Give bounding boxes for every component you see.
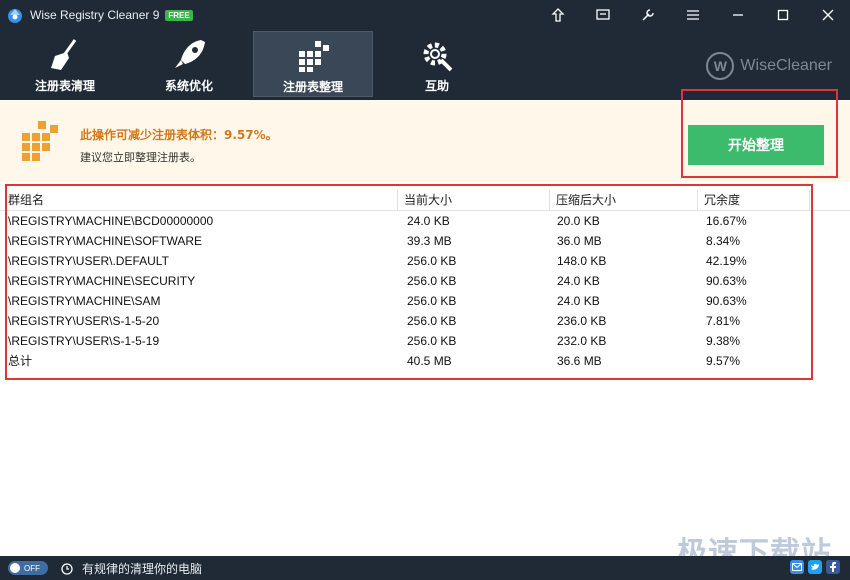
- schedule-toggle[interactable]: OFF: [8, 561, 48, 575]
- table-body: \REGISTRY\MACHINE\BCD00000000 24.0 KB 20.0…: [0, 211, 850, 371]
- cell-group-name: \REGISTRY\MACHINE\BCD00000000: [8, 214, 214, 228]
- cell-redundancy: 42.19%: [706, 254, 747, 268]
- cell-compressed-size: 24.0 KB: [557, 294, 600, 308]
- cell-compressed-size: 36.6 MB: [557, 354, 602, 368]
- cell-redundancy: 8.34%: [706, 234, 741, 248]
- cell-compressed-size: 20.0 KB: [557, 214, 600, 228]
- cell-redundancy: 90.63%: [706, 274, 747, 288]
- tab-system-optimize[interactable]: 系统优化: [129, 31, 249, 97]
- cell-group-name: \REGISTRY\MACHINE\SOFTWARE: [8, 234, 203, 248]
- cell-current-size: 256.0 KB: [407, 254, 457, 268]
- toggle-label: OFF: [24, 563, 40, 573]
- cell-group-name: \REGISTRY\USER\S-1-5-20: [8, 314, 160, 328]
- cell-group-name: \REGISTRY\USER\S-1-5-19: [8, 334, 160, 348]
- cell-group-name: \REGISTRY\MACHINE\SAM: [8, 294, 161, 308]
- cell-group-name: 总计: [8, 354, 33, 368]
- status-bar: OFF 有规律的清理你的电脑: [0, 556, 850, 580]
- table-row[interactable]: \REGISTRY\MACHINE\SECURITY 256.0 KB 24.0 K…: [0, 271, 850, 291]
- cell-compressed-size: 236.0 KB: [557, 314, 607, 328]
- defrag-blocks-icon: [293, 38, 333, 74]
- col-current-size[interactable]: 当前大小: [398, 190, 550, 211]
- cell-current-size: 24.0 KB: [407, 214, 450, 228]
- cell-current-size: 256.0 KB: [407, 294, 457, 308]
- start-defrag-button[interactable]: 开始整理: [688, 125, 824, 165]
- table-row[interactable]: 总计 40.5 MB 36.6 MB 9.57%: [0, 351, 850, 371]
- cell-redundancy: 16.67%: [706, 214, 747, 228]
- col-compressed-size[interactable]: 压缩后大小: [550, 190, 698, 211]
- table-header: 群组名 当前大小 压缩后大小 冗余度: [0, 190, 850, 211]
- cell-compressed-size: 232.0 KB: [557, 334, 607, 348]
- table-row[interactable]: \REGISTRY\MACHINE\BCD00000000 24.0 KB 20.0…: [0, 211, 850, 231]
- table-row[interactable]: \REGISTRY\MACHINE\SOFTWARE 39.3 MB 36.0 MB…: [0, 231, 850, 251]
- col-redundancy[interactable]: 冗余度: [698, 190, 810, 211]
- col-group-name[interactable]: 群组名: [2, 190, 398, 211]
- table-row[interactable]: \REGISTRY\MACHINE\SAM 256.0 KB 24.0 KB 90.6…: [0, 291, 850, 311]
- broom-icon: [45, 37, 85, 73]
- cell-current-size: 256.0 KB: [407, 274, 457, 288]
- table-row[interactable]: \REGISTRY\USER\S-1-5-20 256.0 KB 236.0 KB 7…: [0, 311, 850, 331]
- table-row[interactable]: \REGISTRY\USER\S-1-5-19 256.0 KB 232.0 KB 9…: [0, 331, 850, 351]
- cell-compressed-size: 24.0 KB: [557, 274, 600, 288]
- gear-wrench-icon: [417, 37, 457, 73]
- toggle-knob: [10, 563, 20, 573]
- app-title: Wise Registry Cleaner 9: [30, 8, 160, 22]
- upgrade-icon[interactable]: [535, 0, 580, 30]
- tools-icon[interactable]: [625, 0, 670, 30]
- cell-redundancy: 9.57%: [706, 354, 741, 368]
- cell-redundancy: 7.81%: [706, 314, 741, 328]
- registry-table: 群组名 当前大小 压缩后大小 冗余度 \REGISTRY\MACHINE\BCD…: [0, 190, 850, 371]
- cell-group-name: \REGISTRY\USER\.DEFAULT: [8, 254, 169, 268]
- tab-label: 注册表整理: [282, 80, 343, 94]
- main-toolbar: 注册表清理 系统优化 注册表整理 互助 W WiseCleaner: [0, 30, 850, 100]
- cell-current-size: 256.0 KB: [407, 314, 457, 328]
- app-logo-icon: [6, 6, 24, 24]
- tab-registry-clean[interactable]: 注册表清理: [5, 31, 125, 97]
- tab-label: 注册表清理: [34, 79, 95, 93]
- tab-mutual-help[interactable]: 互助: [377, 31, 497, 97]
- cell-compressed-size: 36.0 MB: [557, 234, 602, 248]
- close-icon[interactable]: [805, 0, 850, 30]
- table-row[interactable]: \REGISTRY\USER\.DEFAULT 256.0 KB 148.0 KB 4…: [0, 251, 850, 271]
- schedule-text[interactable]: 有规律的清理你的电脑: [82, 560, 202, 577]
- cell-current-size: 39.3 MB: [407, 234, 452, 248]
- title-bar: Wise Registry Cleaner 9 FREE: [0, 0, 850, 30]
- brand-text: WiseCleaner: [740, 57, 832, 74]
- alarm-clock-icon: [60, 561, 74, 575]
- twitter-icon[interactable]: [808, 560, 822, 574]
- info-subtitle: 建议您立即整理注册表。: [80, 151, 201, 164]
- cell-redundancy: 9.38%: [706, 334, 741, 348]
- cell-redundancy: 90.63%: [706, 294, 747, 308]
- menu-icon[interactable]: [670, 0, 715, 30]
- cell-compressed-size: 148.0 KB: [557, 254, 607, 268]
- brand-letter: W: [706, 52, 735, 80]
- free-badge: FREE: [165, 9, 193, 21]
- tab-label: 系统优化: [164, 79, 213, 93]
- info-title: 此操作可减少注册表体积：9.57%。: [80, 128, 278, 142]
- rocket-icon: [169, 37, 209, 73]
- cell-current-size: 40.5 MB: [407, 354, 452, 368]
- defrag-blocks-icon: [20, 119, 64, 163]
- facebook-icon[interactable]: [826, 560, 840, 574]
- minimize-icon[interactable]: [715, 0, 760, 30]
- feedback-icon[interactable]: [580, 0, 625, 30]
- wisecleaner-logo: W WiseCleaner: [706, 52, 832, 80]
- tab-label: 互助: [424, 79, 449, 93]
- tab-registry-defrag[interactable]: 注册表整理: [253, 31, 373, 97]
- email-icon[interactable]: [790, 560, 804, 574]
- cell-current-size: 256.0 KB: [407, 334, 457, 348]
- cell-group-name: \REGISTRY\MACHINE\SECURITY: [8, 274, 196, 288]
- maximize-icon[interactable]: [760, 0, 805, 30]
